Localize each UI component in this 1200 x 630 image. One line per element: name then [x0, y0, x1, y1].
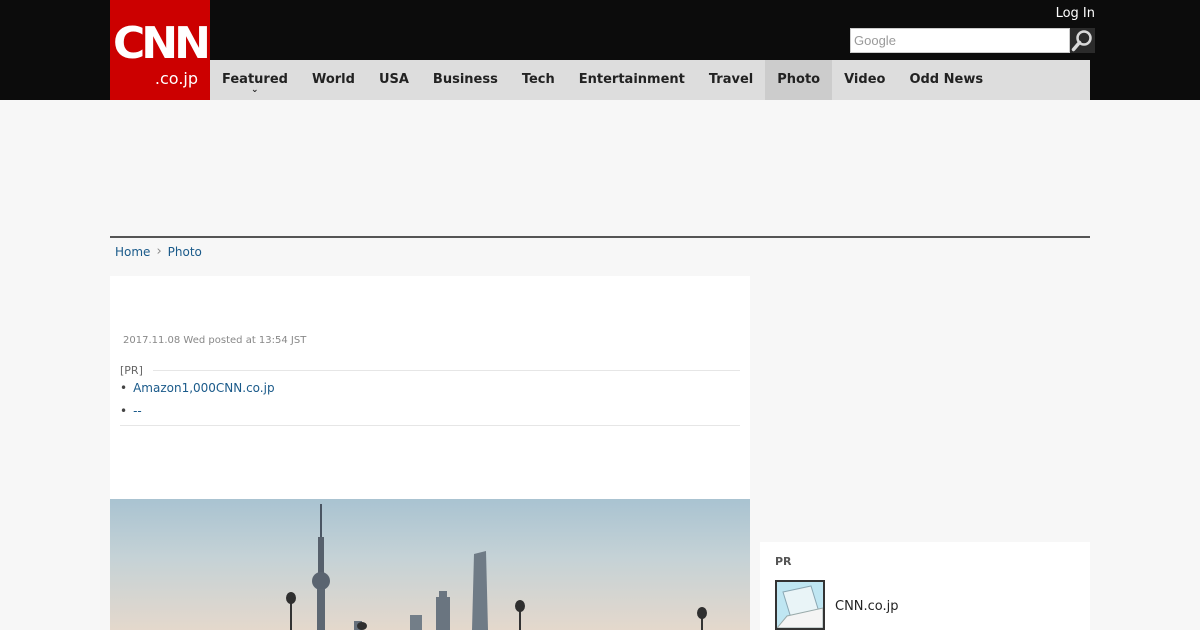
nav-travel[interactable]: Travel [697, 60, 765, 100]
nav-featured[interactable]: Featured ⌄ [210, 60, 300, 100]
main-nav: Featured ⌄ World USA Business Tech Enter… [210, 60, 1090, 100]
pr-link-amazon[interactable]: • Amazon1,000CNN.co.jp [120, 381, 275, 395]
logo-wordmark: CNN [113, 18, 211, 69]
breadcrumb-photo[interactable]: Photo [168, 245, 202, 259]
nav-entertainment[interactable]: Entertainment [567, 60, 697, 100]
sidebar-pr-title: PR [775, 555, 792, 568]
logo-domain: .co.jp [154, 69, 198, 88]
pr-link-2[interactable]: • -- [120, 404, 142, 418]
shanghai-skyline-image [286, 504, 707, 630]
pr-thumbnail[interactable] [775, 580, 825, 630]
pr-link-text: -- [133, 404, 142, 418]
pr-links-box: [PR] • Amazon1,000CNN.co.jp • -- [120, 364, 740, 426]
nav-odd-news[interactable]: Odd News [897, 60, 995, 100]
chevron-down-icon: ⌄ [250, 85, 259, 95]
search-input[interactable] [850, 28, 1070, 53]
nav-business[interactable]: Business [421, 60, 510, 100]
nav-photo[interactable]: Photo [765, 60, 833, 100]
search-button[interactable] [1070, 28, 1095, 53]
breadcrumb: Home › Photo [115, 244, 202, 259]
sidebar-ad-space [760, 276, 1090, 532]
login-link[interactable]: Log In [1056, 6, 1095, 21]
nav-world[interactable]: World [300, 60, 367, 100]
laptop-icon [777, 582, 823, 628]
top-ad-space [110, 100, 1090, 236]
pr-label: [PR] [120, 364, 153, 377]
nav-usa[interactable]: USA [367, 60, 421, 100]
post-timestamp: 2017.11.08 Wed posted at 13:54 JST [123, 335, 307, 346]
cnn-logo[interactable]: CNN .co.jp [110, 0, 211, 100]
chevron-right-icon: › [156, 244, 162, 259]
sidebar-pr-box: PR CNN.co.jp [760, 542, 1090, 630]
sidebar-pr-text[interactable]: CNN.co.jp [835, 599, 899, 614]
section-divider [110, 236, 1090, 238]
breadcrumb-home[interactable]: Home [115, 245, 150, 259]
pr-divider [120, 370, 740, 371]
nav-tech[interactable]: Tech [510, 60, 567, 100]
search-icon [1071, 30, 1092, 52]
nav-video[interactable]: Video [832, 60, 897, 100]
article-card: 2017.11.08 Wed posted at 13:54 JST [PR] … [110, 276, 750, 630]
bullet-icon: • [120, 381, 128, 395]
hero-photo[interactable] [110, 499, 750, 630]
pr-link-text: Amazon1,000CNN.co.jp [133, 381, 275, 395]
bullet-icon: • [120, 404, 128, 418]
